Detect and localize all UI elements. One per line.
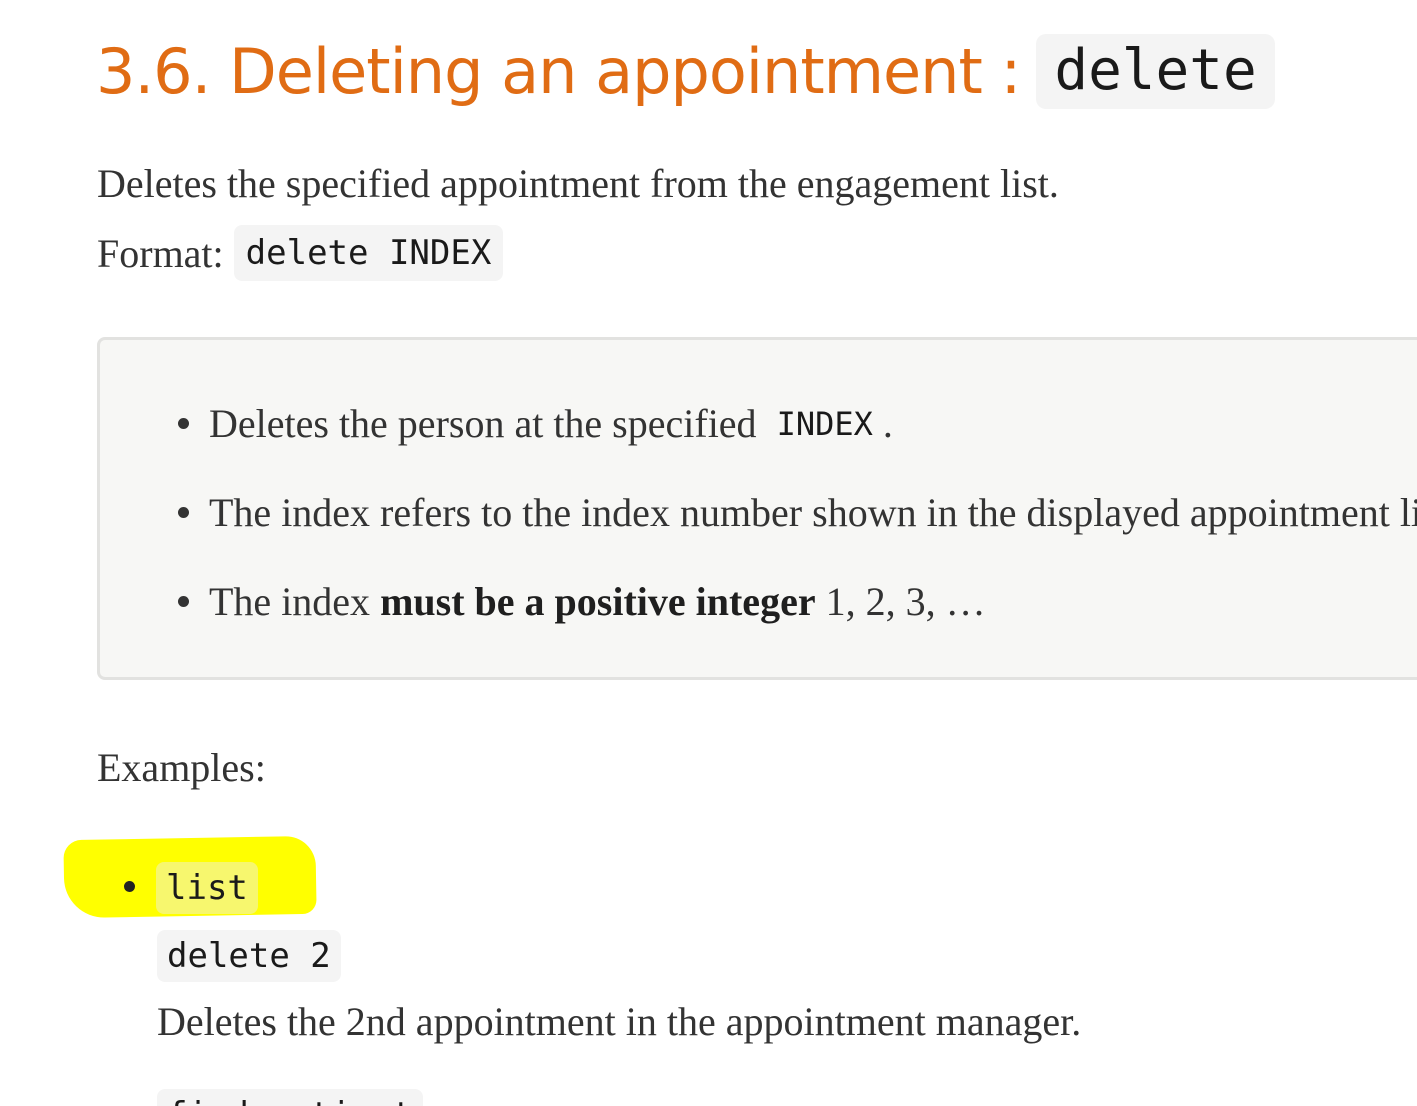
format-line: Format: delete INDEX bbox=[97, 224, 504, 282]
callout-item-positive-integer: The index must be a positive integer 1, … bbox=[178, 578, 986, 625]
heading-command-code: delete bbox=[1036, 33, 1275, 109]
format-code: delete INDEX bbox=[233, 225, 504, 281]
callout-item-code: INDEX bbox=[776, 404, 873, 443]
callout-item-index-refers: The index refers to the index number sho… bbox=[178, 489, 1417, 536]
section-heading: 3.6. Deleting an appointment : delete bbox=[96, 26, 1275, 116]
bullet-icon bbox=[178, 596, 189, 607]
example-code-next: find patient bbox=[157, 1089, 423, 1106]
callout-item-post: 1, 2, 3, … bbox=[825, 579, 986, 624]
callout-item-bold: must be a positive integer bbox=[380, 579, 816, 624]
bullet-icon bbox=[178, 418, 189, 429]
example-code-delete: delete 2 bbox=[157, 930, 341, 982]
heading-title: 3.6. Deleting an appointment : bbox=[96, 34, 1021, 108]
bullet-icon bbox=[124, 881, 135, 892]
callout-item-end: . bbox=[882, 401, 893, 446]
example-description: Deletes the 2nd appointment in the appoi… bbox=[157, 999, 1082, 1044]
format-label: Format: bbox=[97, 230, 224, 276]
bullet-icon bbox=[178, 507, 189, 518]
callout-item-pre: The index bbox=[209, 579, 371, 624]
callout-item-text: Deletes the person at the specified bbox=[209, 401, 757, 446]
examples-label: Examples: bbox=[97, 745, 266, 790]
section-description: Deletes the specified appointment from t… bbox=[97, 161, 1059, 206]
callout-item-index: Deletes the person at the specified INDE… bbox=[178, 400, 893, 447]
example-code-list: list bbox=[156, 862, 258, 914]
info-callout: Deletes the person at the specified INDE… bbox=[97, 337, 1417, 680]
callout-item-text: The index refers to the index number sho… bbox=[209, 490, 1417, 535]
